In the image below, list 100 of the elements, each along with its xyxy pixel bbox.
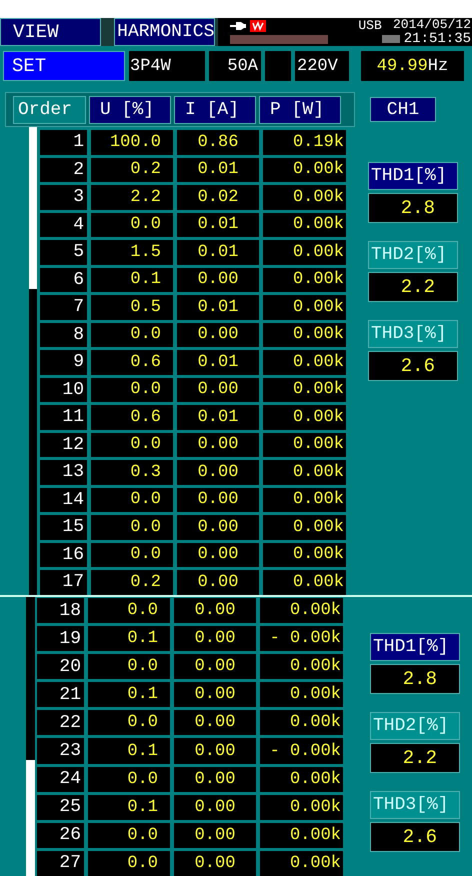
thd-label[interactable]: THD1[%] [370,633,460,661]
order-cell: 24 [37,766,84,792]
table-cell: 0.00k [263,295,346,320]
thd-label[interactable]: THD2[%] [370,712,460,740]
table-cell: 0.00k [263,268,346,292]
column-header: P [W] [259,96,341,124]
scrollbar[interactable] [26,597,35,876]
table-cell: 0.00k [263,488,346,512]
table-cell: 0.0 [91,378,173,402]
wiring-field: 3P4W [129,51,205,81]
table-cell: 0.00 [177,488,259,512]
table-cell: 0.0 [91,432,173,457]
table-cell: 0.00k [263,542,346,567]
thd-value: 2.6 [370,822,460,852]
table-cell: 0.0 [88,822,170,848]
order-cell: 11 [40,405,87,430]
thd-label[interactable]: THD2[%] [368,241,458,269]
thd-label[interactable]: THD3[%] [368,320,458,348]
order-cell: 8 [40,322,87,347]
order-cell: 9 [40,350,87,374]
table-cell: 0.00k [260,850,343,876]
table-cell: 0.6 [91,405,173,430]
frequency-field: 49.99Hz [361,51,464,81]
thd-value: 2.2 [368,272,458,302]
table-cell: 0.1 [88,794,170,820]
current-range-field: 50A [209,51,261,81]
table-cell: 0.0 [91,542,173,567]
table-cell: 0.00 [177,515,259,540]
order-cell: 10 [40,378,87,402]
order-cell: 27 [37,850,84,876]
table-cell: 0.00 [174,850,256,876]
thd-label[interactable]: THD1[%] [368,162,458,190]
table-cell: 0.00k [263,322,346,347]
table-cell: 0.00k [263,212,346,237]
voltage-field: 220V [295,51,349,81]
table-cell: 0.0 [88,766,170,792]
table-cell: 0.00k [263,570,346,594]
order-cell: 12 [40,432,87,457]
table-cell: 0.0 [91,488,173,512]
table-cell: 0.00 [177,570,259,594]
table-cell: 0.0 [88,598,170,624]
table-cell: 0.00k [263,378,346,402]
table-cell: 0.1 [88,682,170,708]
table-cell: 0.5 [91,295,173,320]
table-cell: 0.01 [177,212,259,237]
table-cell: 0.00 [177,460,259,484]
table-cell: 0.00k [260,710,343,736]
blank-field [265,51,291,81]
plug-icon [230,21,246,31]
table-cell: 0.00k [260,654,343,680]
date-text: 2014/05/12 [392,18,471,32]
table-cell: 1.5 [91,240,173,264]
scrollbar[interactable] [29,127,37,595]
table-cell: 0.0 [88,710,170,736]
table-cell: 0.1 [91,268,173,292]
order-cell: 19 [37,626,84,652]
thd-value: 2.8 [370,664,460,694]
table-cell: 0.2 [91,158,173,182]
table-cell: 0.0 [91,515,173,540]
order-cell: 18 [37,598,84,624]
table-cell: 100.0 [91,130,173,154]
table-cell: 0.0 [88,654,170,680]
view-tab[interactable]: VIEW [0,18,102,46]
order-cell: 23 [37,738,84,764]
order-cell: 6 [40,268,87,292]
table-cell: 0.00 [174,822,256,848]
table-cell: 0.00 [174,654,256,680]
order-cell: 16 [40,542,87,567]
mode-tab[interactable]: HARMONICS [114,18,216,46]
table-cell: 0.2 [91,570,173,594]
order-cell: 2 [40,158,87,182]
table-cell: 0.00 [174,738,256,764]
table-cell: 0.01 [177,350,259,374]
column-header: Order [13,96,86,124]
table-cell: 0.00k [263,350,346,374]
table-cell: - 0.00k [260,738,343,764]
table-cell: 0.01 [177,295,259,320]
table-cell: 0.00 [174,598,256,624]
table-cell: 0.01 [177,158,259,182]
order-cell: 1 [40,130,87,154]
time-text: 21:51:35 [404,32,471,46]
column-header: I [A] [174,96,256,124]
table-cell: 0.00k [263,158,346,182]
table-cell: - 0.00k [260,626,343,652]
table-cell: 0.00 [177,322,259,347]
order-cell: 17 [40,570,87,594]
table-cell: 0.00 [177,378,259,402]
order-cell: 7 [40,295,87,320]
storage-label: USB [358,19,382,32]
thd-label[interactable]: THD3[%] [370,791,460,819]
table-cell: 0.00 [174,766,256,792]
order-cell: 5 [40,240,87,264]
table-cell: 0.00 [174,710,256,736]
order-cell: 15 [40,515,87,540]
order-cell: 20 [37,654,84,680]
set-button[interactable]: SET [3,51,125,81]
order-cell: 14 [40,488,87,512]
table-cell: 0.0 [91,212,173,237]
thd-value: 2.2 [370,743,460,773]
table-cell: 0.0 [91,322,173,347]
